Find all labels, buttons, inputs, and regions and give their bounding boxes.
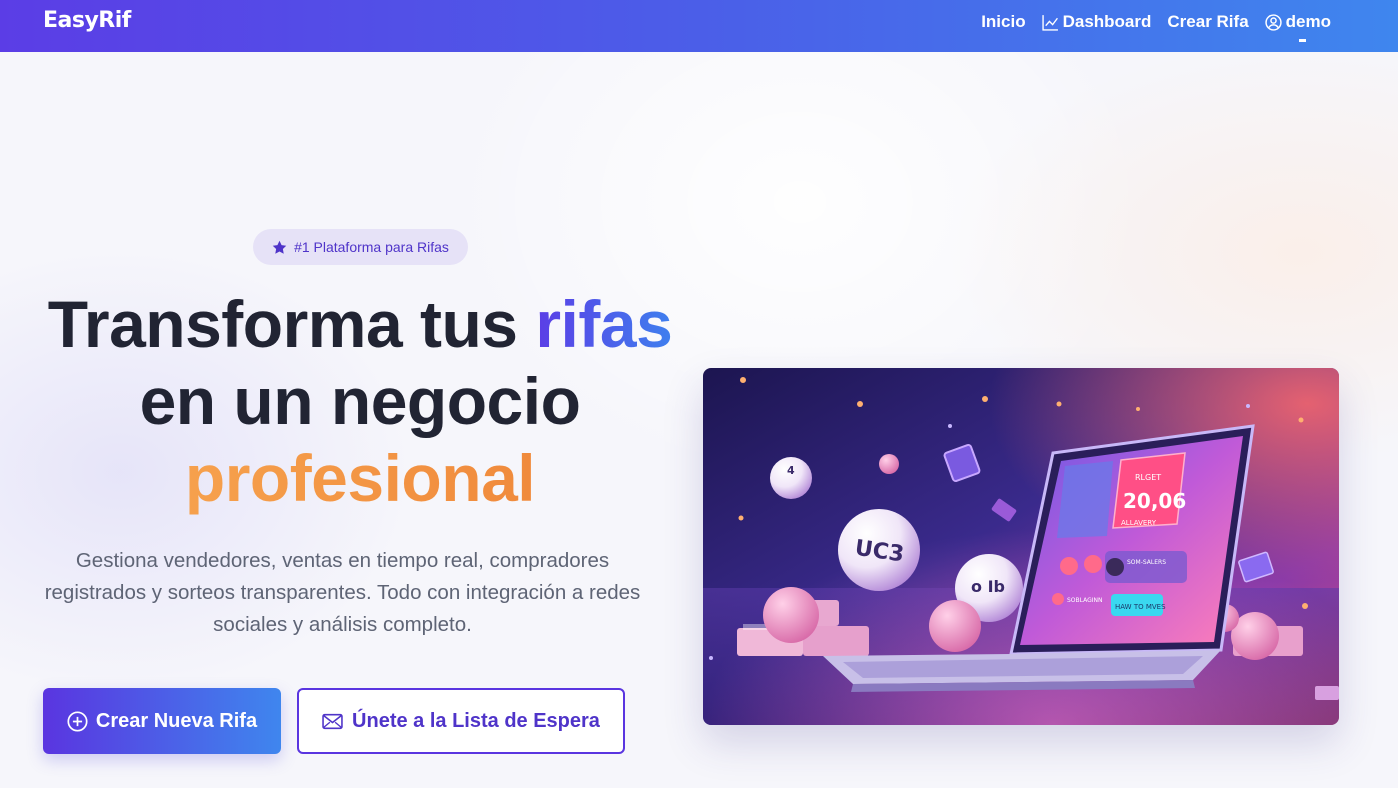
card-title: RLGET [1135, 473, 1161, 482]
raffle-laptop-illustration: 4 UC3 o Ib RLGET 20,06 ALLAVERY SOM-SALE… [703, 368, 1339, 725]
row-label: SOM-SALERS [1127, 559, 1166, 566]
join-waitlist-button[interactable]: Únete a la Lista de Espera [297, 688, 625, 754]
hero-headline: Transforma tus rifas en un negocio profe… [20, 286, 700, 517]
user-circle-icon [1264, 13, 1282, 31]
bottom-label: SOBLAGINN [1067, 597, 1103, 604]
brand-logo[interactable]: EasyRif [43, 8, 131, 33]
user-menu-toggle[interactable]: demo [1264, 12, 1331, 32]
create-raffle-button-label: Crear Nueva Rifa [95, 709, 258, 732]
headline-accent: rifas [535, 287, 673, 361]
envelope-icon [322, 713, 343, 729]
headline-part1: Transforma tus [47, 287, 536, 361]
join-waitlist-button-label: Únete a la Lista de Espera [352, 709, 600, 732]
nav-links: Inicio Dashboard Crear Rifa demo [981, 0, 1331, 44]
chevron-down-icon [1299, 39, 1306, 42]
star-icon [272, 240, 287, 254]
card-value: 20,06 [1123, 489, 1186, 513]
nav-link-crear-rifa-label: Crear Rifa [1167, 12, 1249, 31]
nav-link-inicio[interactable]: Inicio [981, 12, 1025, 32]
plus-circle-icon [67, 710, 88, 732]
card-subtitle: ALLAVERY [1121, 519, 1157, 527]
hero-badge-label: #1 Plataforma para Rifas [294, 239, 449, 255]
headline-part2: en un negocio [139, 364, 581, 438]
nav-link-crear-rifa[interactable]: Crear Rifa [1167, 12, 1248, 32]
hero-subtitle: Gestiona vendedores, ventas en tiempo re… [44, 549, 641, 636]
nav-link-inicio-label: Inicio [981, 12, 1026, 31]
hero-illustration: 4 UC3 o Ib RLGET 20,06 ALLAVERY SOM-SALE… [703, 368, 1339, 725]
svg-text:4: 4 [787, 464, 795, 477]
svg-text:o Ib: o Ib [971, 577, 1005, 596]
headline-orange: profesional [184, 441, 536, 515]
hero-badge: #1 Plataforma para Rifas [253, 229, 468, 265]
create-raffle-button[interactable]: Crear Nueva Rifa [43, 688, 281, 754]
nav-link-dashboard[interactable]: Dashboard [1041, 12, 1152, 32]
top-navbar: EasyRif Inicio Dashboard Crear Rifa demo [0, 0, 1398, 52]
cta-label: HAW TO MVES [1115, 603, 1166, 611]
user-menu-label: demo [1285, 12, 1331, 31]
nav-link-dashboard-label: Dashboard [1062, 12, 1152, 31]
line-chart-icon [1041, 14, 1058, 31]
